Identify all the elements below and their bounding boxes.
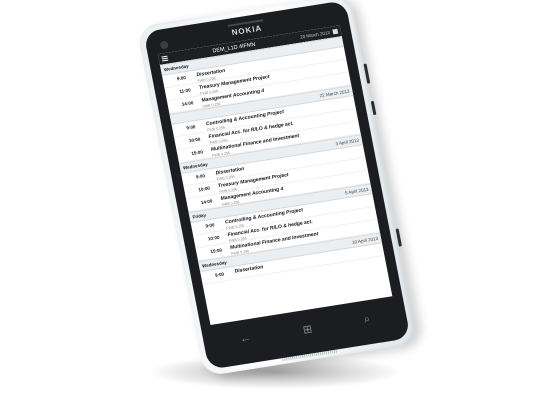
camera-button[interactable] [395,228,402,247]
phone-body: NOKIA DEM_L1D 4IFMN 20 March 2013 Wednes… [136,0,418,377]
item-time: 10:00 [198,185,211,193]
back-icon[interactable]: ← [239,332,252,346]
item-time: 15:00 [210,247,223,255]
item-time: 9:00 [185,124,196,131]
item-time: 11:00 [178,87,192,95]
schedule-list: Wednesday 9:00 Dissertation FWB 0.256 11:00 T… [159,36,385,285]
phone-bezel: NOKIA DEM_L1D 4IFMN 20 March 2013 Wednes… [143,0,411,370]
day-label: Friday [192,212,207,220]
day-date: 5 April 2013 [344,186,369,196]
day-date: 3 April 2013 [334,137,360,147]
power-button[interactable] [370,100,377,116]
item-time: 10:00 [188,136,201,144]
volume-button[interactable] [363,63,371,84]
item-time: 15:00 [190,149,204,156]
item-time: 9:00 [214,271,225,278]
item-time: 9:00 [195,173,206,180]
search-icon[interactable]: ⌕ [363,313,372,327]
calendar-icon[interactable] [332,28,339,35]
item-time: 9:00 [205,222,215,229]
item-time: 10:00 [207,234,220,242]
item-time: 14:00 [181,100,194,107]
screen: DEM_L1D 4IFMN 20 March 2013 Wednesday 9:0… [157,25,393,326]
windows-start-icon[interactable]: ⊞ [302,322,313,336]
item-time: 9:00 [176,75,187,82]
item-time: 14:00 [200,198,213,206]
